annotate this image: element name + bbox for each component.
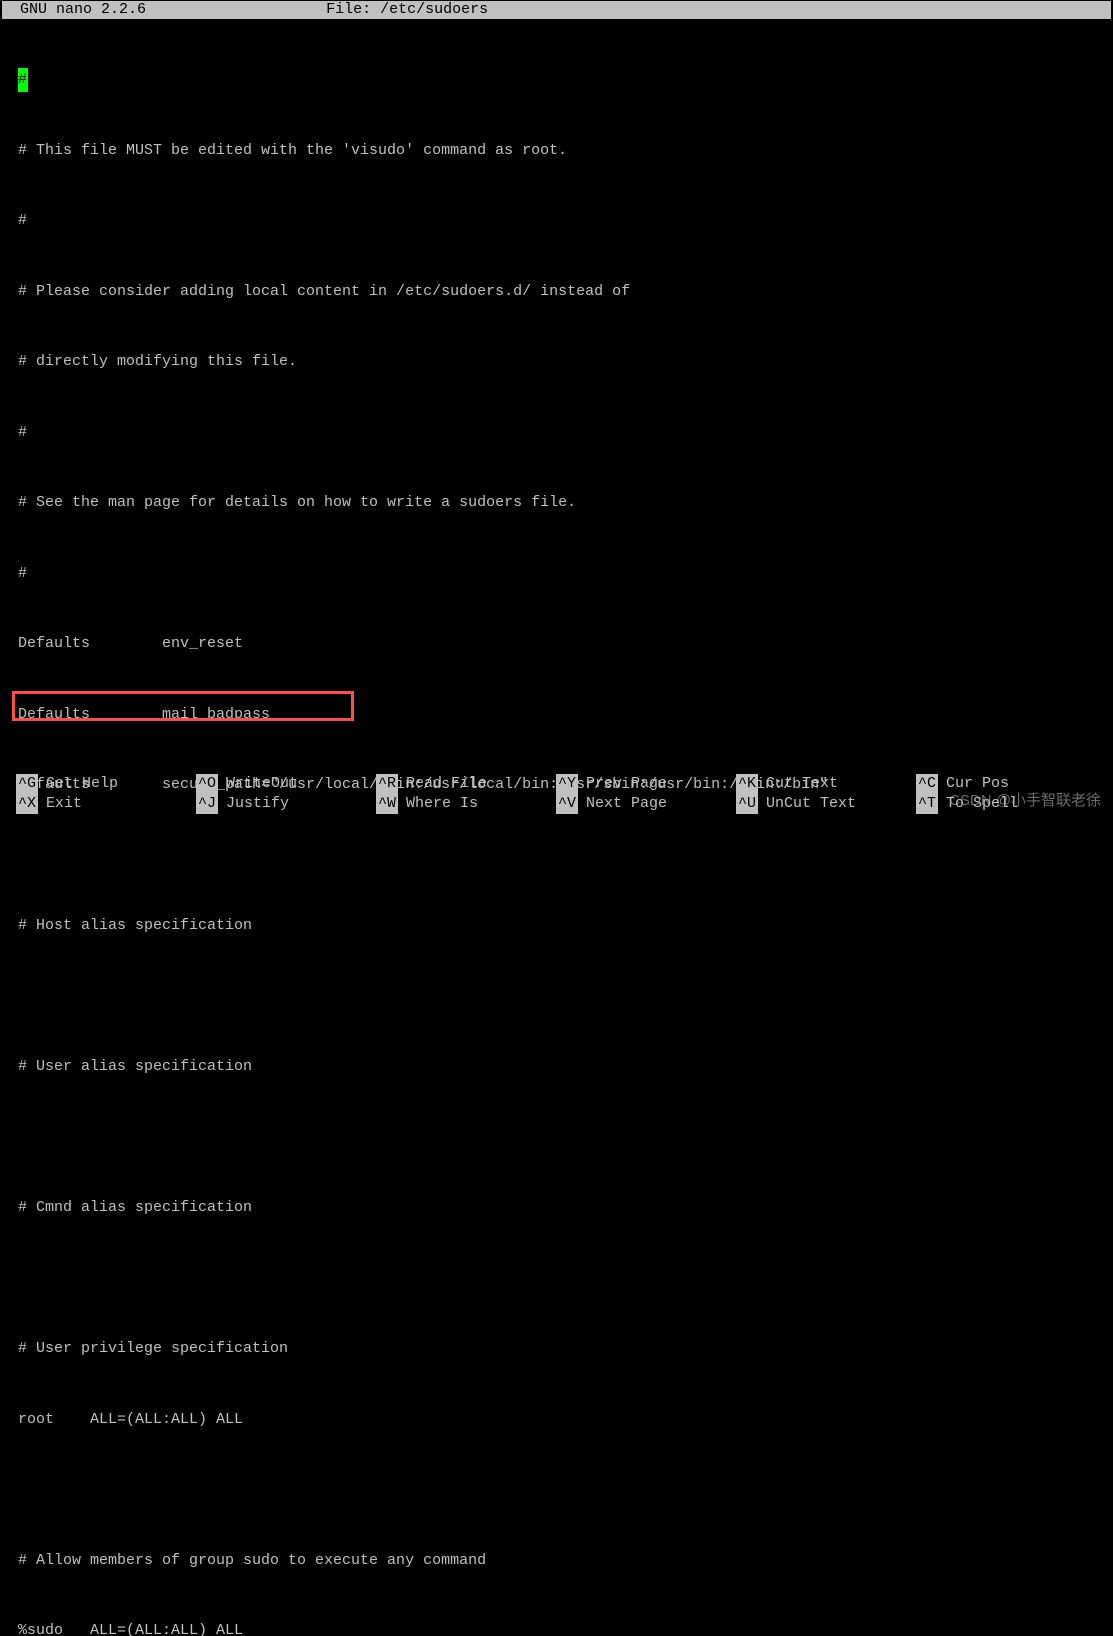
shortcut-label: UnCut Text	[766, 794, 856, 814]
file-line: # Host alias specification	[2, 914, 1111, 938]
file-line: #	[2, 68, 1111, 92]
file-line: Defaults mail_badpass	[2, 703, 1111, 727]
header-spacer	[146, 1, 326, 18]
shortcut-label: Where Is	[406, 794, 478, 814]
shortcut-label: Cut Text	[766, 774, 838, 794]
file-line: %sudo ALL=(ALL:ALL) ALL	[2, 1619, 1111, 1636]
key-label: ^J	[196, 794, 218, 814]
file-line: # Cmnd alias specification	[2, 1196, 1111, 1220]
file-line: root ALL=(ALL:ALL) ALL	[2, 1408, 1111, 1432]
key-label: ^C	[916, 774, 938, 794]
file-line: #	[2, 562, 1111, 586]
header-tail	[488, 1, 1028, 18]
file-line: # Allow members of group sudo to execute…	[2, 1549, 1111, 1573]
shortcut-next-page[interactable]: ^V Next Page	[556, 794, 736, 814]
key-label: ^U	[736, 794, 758, 814]
key-label: ^O	[196, 774, 218, 794]
watermark: CSDN @小手智联老徐	[949, 789, 1101, 810]
key-label: ^W	[376, 794, 398, 814]
key-label: ^X	[16, 794, 38, 814]
shortcut-exit[interactable]: ^X Exit	[16, 794, 196, 814]
file-line: # directly modifying this file.	[2, 350, 1111, 374]
shortcuts-footer: ^G Get Help ^O WriteOut ^R Read File ^Y Prev…	[0, 774, 1113, 814]
shortcut-get-help[interactable]: ^G Get Help	[16, 774, 196, 794]
app-name: GNU nano 2.2.6	[2, 1, 146, 18]
key-label: ^K	[736, 774, 758, 794]
shortcut-label: Justify	[226, 794, 289, 814]
key-label: ^Y	[556, 774, 578, 794]
file-line	[2, 985, 1111, 1009]
file-label: File: /etc/sudoers	[326, 1, 488, 18]
shortcut-writeout[interactable]: ^O WriteOut	[196, 774, 376, 794]
file-line	[2, 844, 1111, 868]
file-line	[2, 1267, 1111, 1291]
file-line: #	[2, 209, 1111, 233]
file-line: Defaults env_reset	[2, 632, 1111, 656]
shortcut-label: Next Page	[586, 794, 667, 814]
shortcut-where-is[interactable]: ^W Where Is	[376, 794, 556, 814]
key-label: ^R	[376, 774, 398, 794]
file-line	[2, 1126, 1111, 1150]
file-line: # See the man page for details on how to…	[2, 491, 1111, 515]
file-line: #	[2, 421, 1111, 445]
shortcut-label: WriteOut	[226, 774, 298, 794]
file-line: # This file MUST be edited with the 'vis…	[2, 139, 1111, 163]
shortcut-prev-page[interactable]: ^Y Prev Page	[556, 774, 736, 794]
shortcut-justify[interactable]: ^J Justify	[196, 794, 376, 814]
cursor: #	[18, 68, 28, 92]
shortcut-read-file[interactable]: ^R Read File	[376, 774, 556, 794]
terminal-window: GNU nano 2.2.6 File: /etc/sudoers # # Th…	[0, 0, 1113, 818]
shortcut-label: Read File	[406, 774, 487, 794]
file-line: # Please consider adding local content i…	[2, 280, 1111, 304]
editor-content[interactable]: # # This file MUST be edited with the 'v…	[2, 19, 1111, 1636]
file-line	[2, 1478, 1111, 1502]
nano-header: GNU nano 2.2.6 File: /etc/sudoers	[2, 1, 1111, 19]
key-label: ^V	[556, 794, 578, 814]
shortcut-cut-text[interactable]: ^K Cut Text	[736, 774, 916, 794]
file-line: # User alias specification	[2, 1055, 1111, 1079]
file-line: # User privilege specification	[2, 1337, 1111, 1361]
shortcut-uncut-text[interactable]: ^U UnCut Text	[736, 794, 916, 814]
key-label: ^T	[916, 794, 938, 814]
shortcut-label: Get Help	[46, 774, 118, 794]
shortcut-label: Exit	[46, 794, 82, 814]
shortcut-label: Prev Page	[586, 774, 667, 794]
key-label: ^G	[16, 774, 38, 794]
